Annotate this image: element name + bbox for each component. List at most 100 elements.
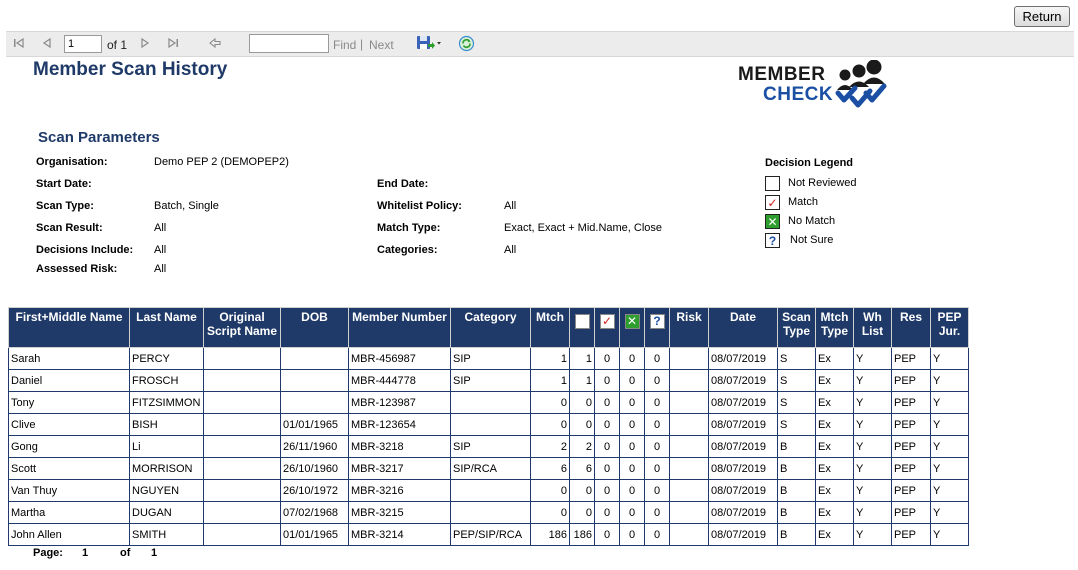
col-wh-list: Wh List [853, 307, 892, 348]
table-row: Daniel FROSCH MBR-444778 SIP 1 1 0 0 0 08/07/2019… [8, 369, 969, 392]
table-cell: 1 [530, 347, 570, 370]
table-cell: 0 [644, 347, 670, 370]
match-type-label: Match Type: [377, 222, 441, 234]
decision-legend-title: Decision Legend [765, 157, 854, 169]
table-cell: 0 [644, 501, 670, 524]
table-cell: Ex [815, 501, 854, 524]
table-cell [450, 479, 531, 502]
table-cell: Y [853, 347, 892, 370]
table-cell [203, 347, 281, 370]
table-cell: Ex [815, 523, 854, 546]
col-risk: Risk [669, 307, 709, 348]
categories-value: All [504, 244, 517, 256]
table-cell: Y [853, 369, 892, 392]
table-cell: MBR-3217 [348, 457, 451, 480]
return-button[interactable]: Return [1014, 6, 1070, 27]
table-cell: 0 [569, 391, 595, 414]
next-page-icon[interactable] [138, 36, 152, 50]
table-row: Clive BISH 01/01/1965 MBR-123654 0 0 0 0 0 08/07/… [8, 413, 969, 436]
table-cell: 0 [594, 413, 620, 436]
table-cell: 0 [594, 347, 620, 370]
col-res: Res [891, 307, 931, 348]
table-cell: 0 [530, 413, 570, 436]
table-cell: 0 [594, 435, 620, 458]
table-row: Scott MORRISON 26/10/1960 MBR-3217 SIP/RCA 6 6… [8, 457, 969, 480]
col-dob: DOB [280, 307, 349, 348]
col-no-match: ✕ [619, 307, 645, 348]
scan-result-label: Scan Result: [36, 222, 103, 234]
table-cell: Ex [815, 413, 854, 436]
table-cell: B [777, 501, 816, 524]
find-link[interactable]: Find [333, 38, 356, 52]
table-cell: MBR-3216 [348, 479, 451, 502]
col-mtch-type: Mtch Type [815, 307, 854, 348]
table-cell: Y [853, 523, 892, 546]
table-cell: PEP [891, 501, 931, 524]
refresh-icon[interactable] [458, 35, 475, 52]
table-cell: SIP/RCA [450, 457, 531, 480]
table-cell: Martha [8, 501, 130, 524]
table-cell: PEP [891, 457, 931, 480]
table-cell: S [777, 391, 816, 414]
table-cell: 0 [644, 479, 670, 502]
table-row: Gong Li 26/11/1960 MBR-3218 SIP 2 2 0 0 0 08/07/20… [8, 435, 969, 458]
table-cell: DUGAN [129, 501, 204, 524]
table-cell: Y [853, 391, 892, 414]
footer-of-label: of [120, 547, 131, 559]
table-cell: Y [853, 413, 892, 436]
next-link[interactable]: Next [369, 38, 394, 52]
find-text-input[interactable] [249, 34, 329, 53]
table-cell: 0 [644, 369, 670, 392]
footer-total-value: 1 [151, 547, 158, 559]
col-mtch: Mtch [530, 307, 570, 348]
table-cell [203, 523, 281, 546]
table-cell: Y [930, 501, 969, 524]
table-cell: 08/07/2019 [708, 391, 778, 414]
table-header-row: First+Middle Name Last Name Original Scr… [8, 307, 969, 348]
table-cell: 08/07/2019 [708, 369, 778, 392]
table-cell: FROSCH [129, 369, 204, 392]
back-to-parent-icon[interactable] [208, 36, 222, 50]
table-cell: 2 [569, 435, 595, 458]
report-toolbar: of 1 Find | Next [6, 31, 1074, 57]
table-cell: B [777, 479, 816, 502]
table-cell: 0 [644, 413, 670, 436]
page-count-text: of 1 [107, 38, 128, 52]
col-first-name: First+Middle Name [8, 307, 130, 348]
table-cell [669, 391, 709, 414]
table-cell: 6 [530, 457, 570, 480]
table-cell: 0 [530, 479, 570, 502]
table-cell: 08/07/2019 [708, 501, 778, 524]
table-cell [450, 501, 531, 524]
table-cell: PEP [891, 369, 931, 392]
table-cell [203, 435, 281, 458]
last-page-icon[interactable] [166, 36, 180, 50]
table-cell [203, 457, 281, 480]
col-match: ✓ [594, 307, 620, 348]
table-cell: SIP [450, 369, 531, 392]
table-cell: MBR-3215 [348, 501, 451, 524]
table-cell: Ex [815, 479, 854, 502]
table-cell: 1 [569, 369, 595, 392]
logo-text-member: MEMBER [738, 64, 826, 85]
table-cell: Van Thuy [8, 479, 130, 502]
first-page-icon[interactable] [12, 36, 26, 50]
table-cell: 01/01/1965 [280, 523, 349, 546]
previous-page-icon[interactable] [40, 36, 54, 50]
end-date-label: End Date: [377, 178, 429, 190]
table-cell [450, 391, 531, 414]
table-cell: 0 [644, 523, 670, 546]
table-body: Sarah PERCY MBR-456987 SIP 1 1 0 0 0 08/07/2019 S E… [8, 347, 969, 546]
table-row: Van Thuy NGUYEN 26/10/1972 MBR-3216 0 0 0 0 0 08/… [8, 479, 969, 502]
col-not-reviewed [569, 307, 595, 348]
table-cell: 0 [569, 501, 595, 524]
table-cell: PEP/SIP/RCA [450, 523, 531, 546]
table-cell: 1 [530, 369, 570, 392]
table-cell [669, 347, 709, 370]
table-cell: SMITH [129, 523, 204, 546]
col-category: Category [450, 307, 531, 348]
page-number-input[interactable] [64, 35, 102, 53]
export-save-icon[interactable] [416, 35, 442, 51]
table-cell [669, 369, 709, 392]
table-cell: PEP [891, 413, 931, 436]
